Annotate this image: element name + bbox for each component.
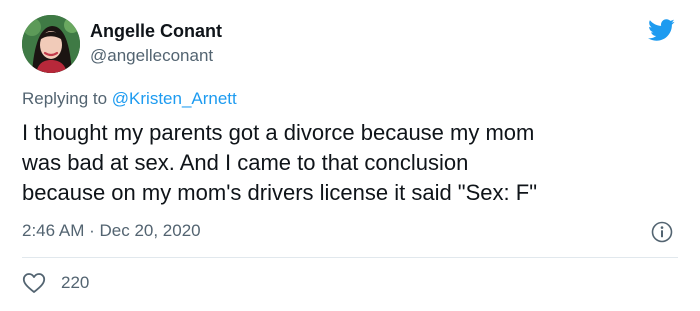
twitter-bird-icon[interactable] — [645, 16, 677, 44]
tweet-text-line: because on my mom's drivers license it s… — [22, 180, 538, 205]
tweet-timestamp[interactable]: 2:46 AM · Dec 20, 2020 — [22, 220, 201, 242]
author-handle[interactable]: @angelleconant — [90, 45, 213, 67]
meta-separator: · — [84, 221, 100, 240]
replying-to: Replying to @Kristen_Arnett — [22, 88, 237, 110]
tweet-text-line: was bad at sex. And I came to that concl… — [22, 150, 469, 175]
replying-to-label: Replying to — [22, 89, 112, 108]
tweet-card: Angelle Conant @angelleconant Replying t… — [0, 0, 700, 311]
like-count: 220 — [61, 273, 90, 292]
heart-icon[interactable] — [22, 272, 46, 294]
tweet-date: Dec 20, 2020 — [99, 221, 201, 240]
tweet-time: 2:46 AM — [22, 221, 85, 240]
reply-mention-link[interactable]: @Kristen_Arnett — [112, 89, 237, 108]
author-name[interactable]: Angelle Conant — [90, 20, 222, 42]
divider — [22, 257, 678, 258]
tweet-text: I thought my parents got a divorce becau… — [22, 118, 687, 208]
tweet-text-line: I thought my parents got a divorce becau… — [22, 120, 535, 145]
avatar[interactable] — [22, 15, 80, 73]
info-icon[interactable] — [651, 221, 673, 243]
